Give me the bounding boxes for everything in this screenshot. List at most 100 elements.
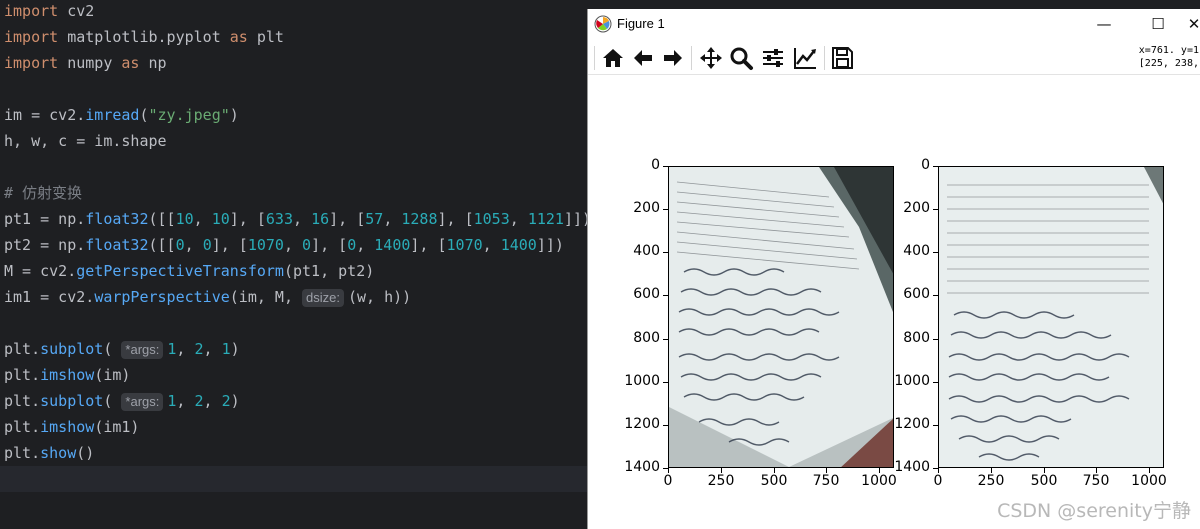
y-tick-label: 200 — [633, 200, 660, 216]
subplot-warped-image[interactable] — [938, 166, 1164, 468]
code-token: 10 — [211, 210, 230, 228]
x-tick-label: 0 — [663, 473, 673, 489]
code-token: h, w, c = im.shape — [4, 132, 167, 150]
y-tick-label: 1200 — [624, 416, 660, 432]
code-token: numpy — [58, 54, 122, 72]
y-tick-mark — [933, 166, 938, 167]
code-token: 633 — [265, 210, 293, 228]
save-icon[interactable] — [829, 45, 855, 71]
code-line[interactable]: pt2 = np.float32([[0, 0], [1070, 0], [0,… — [4, 232, 564, 258]
code-token: float32 — [85, 236, 149, 254]
code-line[interactable]: plt.imshow(im1) — [4, 414, 139, 440]
y-tick-mark — [663, 425, 668, 426]
code-line[interactable]: h, w, c = im.shape — [4, 128, 167, 154]
y-tick-label: 800 — [903, 330, 930, 346]
code-token: ([[ — [148, 210, 176, 228]
code-token: # 仿射变换 — [4, 184, 83, 202]
y-tick-mark — [933, 252, 938, 253]
title-bar: Figure 1 — ☐ ✕ — [588, 9, 1200, 39]
code-token: , — [283, 236, 303, 254]
pan-icon[interactable] — [698, 45, 724, 71]
parameter-hint: *args: — [121, 341, 164, 359]
code-editor[interactable]: import cv2 import matplotlib.pyplot as pl… — [0, 0, 591, 529]
document-photo-warped — [939, 167, 1163, 467]
code-token: ], [ — [329, 210, 366, 228]
x-tick-label: 0 — [933, 473, 943, 489]
y-tick-label: 0 — [921, 157, 930, 173]
code-line[interactable]: plt.imshow(im) — [4, 362, 130, 388]
matplotlib-app-icon — [594, 15, 612, 33]
code-token: 0 — [347, 236, 357, 254]
code-token: , — [176, 340, 195, 358]
code-token: , — [383, 210, 402, 228]
code-line[interactable]: plt.subplot( *args: 1, 2, 2) — [4, 388, 240, 414]
code-line[interactable]: pt1 = np.float32([[10, 10], [633, 16], [… — [4, 206, 591, 232]
code-token: ], [ — [211, 236, 248, 254]
code-token: , — [193, 210, 212, 228]
code-token: ], [ — [437, 210, 474, 228]
code-token: plt. — [4, 418, 41, 436]
code-token: plt. — [4, 340, 41, 358]
code-token: plt — [247, 28, 284, 46]
code-token: 2 — [194, 392, 204, 410]
cursor-coordinate-readout: x=761. y=1 [225, 238, — [1138, 45, 1199, 69]
code-line[interactable]: plt.subplot( *args: 1, 2, 1) — [4, 336, 240, 362]
code-token: imshow — [40, 418, 95, 436]
code-token: ], [ — [410, 236, 447, 254]
y-tick-label: 0 — [651, 157, 660, 173]
y-tick-label: 600 — [903, 286, 930, 302]
code-line[interactable]: import numpy as np — [4, 50, 167, 76]
code-line[interactable]: import cv2 — [4, 0, 94, 24]
code-token: ( — [139, 106, 149, 124]
maximize-button[interactable]: ☐ — [1138, 12, 1178, 36]
code-line[interactable]: # 仿射变换 — [4, 180, 82, 206]
x-tick-label: 250 — [707, 473, 735, 489]
close-button[interactable]: ✕ — [1184, 12, 1200, 36]
x-tick-label: 1000 — [861, 473, 897, 489]
code-token: ) — [230, 340, 240, 358]
code-token: plt. — [4, 366, 41, 384]
x-tick-label: 500 — [760, 473, 788, 489]
toolbar-divider — [588, 74, 1200, 75]
code-token: 0 — [202, 236, 212, 254]
code-token: 1 — [221, 340, 231, 358]
code-token: 1288 — [401, 210, 438, 228]
code-line[interactable]: im1 = cv2.warpPerspective(im, M, dsize:(… — [4, 284, 411, 310]
code-token: () — [76, 444, 95, 462]
code-token: np — [139, 54, 167, 72]
code-line[interactable]: import matplotlib.pyplot as plt — [4, 24, 284, 50]
code-token: matplotlib.pyplot — [58, 28, 230, 46]
parameter-hint: *args: — [121, 393, 164, 411]
code-token: as — [121, 54, 140, 72]
code-token: 2 — [194, 340, 204, 358]
code-token: (im) — [94, 366, 131, 384]
code-token: (im1) — [94, 418, 140, 436]
x-tick-label: 750 — [1082, 473, 1110, 489]
subplot-original-image[interactable] — [668, 166, 894, 468]
code-token: plt. — [4, 444, 41, 462]
edit-axes-icon[interactable] — [792, 45, 818, 71]
code-line[interactable]: im = cv2.imread("zy.jpeg") — [4, 102, 239, 128]
code-token: 1121 — [527, 210, 564, 228]
code-token: getPerspectiveTransform — [76, 262, 284, 280]
code-token: ], [ — [311, 236, 348, 254]
configure-subplots-icon[interactable] — [760, 45, 786, 71]
code-line[interactable]: plt.show() — [4, 440, 94, 466]
y-tick-label: 1000 — [624, 373, 660, 389]
minimize-button[interactable]: — — [1084, 12, 1124, 36]
y-tick-mark — [933, 339, 938, 340]
code-line[interactable]: M = cv2.getPerspectiveTransform(pt1, pt2… — [4, 258, 374, 284]
forward-arrow-icon[interactable] — [660, 45, 686, 71]
window-title: Figure 1 — [617, 16, 665, 31]
y-tick-label: 600 — [633, 286, 660, 302]
home-icon[interactable] — [600, 45, 626, 71]
code-token: , — [184, 236, 203, 254]
back-arrow-icon[interactable] — [630, 45, 656, 71]
code-token: pt2 = np. — [4, 236, 86, 254]
x-tick-label: 500 — [1030, 473, 1058, 489]
y-tick-label: 1000 — [894, 373, 930, 389]
code-token: im = cv2. — [4, 106, 86, 124]
zoom-icon[interactable] — [728, 45, 754, 71]
y-tick-mark — [663, 295, 668, 296]
y-tick-mark — [933, 382, 938, 383]
